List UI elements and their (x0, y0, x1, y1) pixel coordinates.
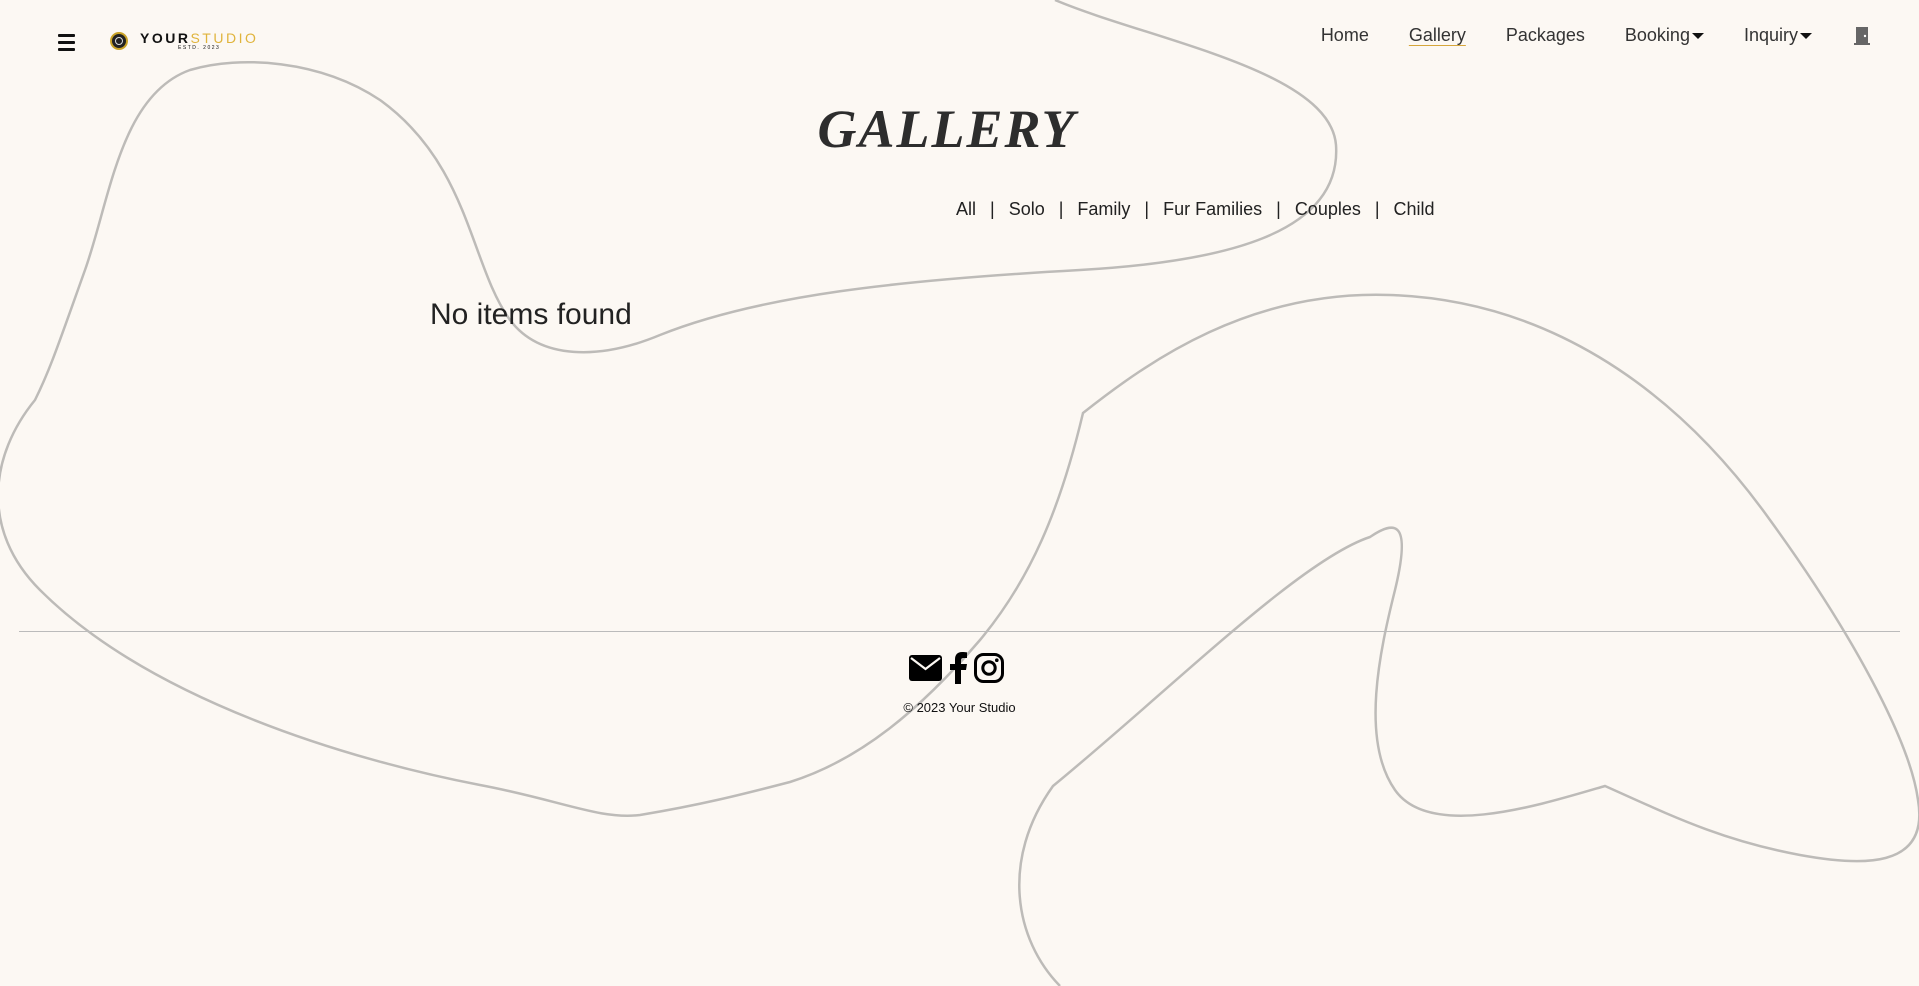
hamburger-menu-icon[interactable] (58, 30, 82, 54)
logo-word-your: YOUR (140, 30, 191, 46)
nav-gallery-label: Gallery (1408, 25, 1466, 45)
logo-tagline: ESTD. 2023 (178, 45, 221, 51)
nav-packages[interactable]: Packages (1506, 25, 1585, 46)
filter-fur-families[interactable]: Fur Families (1163, 199, 1262, 220)
logo-word-studio: STUDIO (190, 30, 259, 46)
nav-booking-dropdown[interactable]: Booking (1625, 25, 1704, 46)
empty-state-message: No items found (430, 298, 632, 331)
logo-wordmark: YOURSTUDIO (140, 31, 258, 45)
nav-inquiry-dropdown[interactable]: Inquiry (1744, 25, 1812, 46)
door-exit-icon[interactable] (1852, 26, 1872, 46)
filter-couples[interactable]: Couples (1295, 199, 1361, 220)
nav-packages-label: Packages (1505, 25, 1585, 45)
caret-down-icon (1691, 32, 1704, 39)
filter-all[interactable]: All (956, 199, 976, 220)
gallery-filters: All | Solo | Family | Fur Families | Cou… (956, 199, 1435, 220)
copyright-text: © 2023 Your Studio (903, 700, 1016, 715)
filter-separator: | (1276, 199, 1281, 219)
menu-bar-top (58, 33, 75, 37)
envelope-icon[interactable] (909, 655, 942, 681)
logo-text: YOURSTUDIO ESTD. 2023 (140, 31, 258, 51)
page: YOURSTUDIO ESTD. 2023 Home Gallery Packa… (0, 0, 1919, 986)
filter-separator: | (1374, 199, 1380, 219)
camera-aperture-icon (110, 32, 128, 50)
instagram-icon[interactable] (974, 653, 1004, 683)
filter-family[interactable]: Family (1077, 199, 1130, 220)
nav-gallery[interactable]: Gallery (1409, 25, 1466, 46)
brand-logo[interactable]: YOURSTUDIO ESTD. 2023 (110, 31, 258, 51)
filter-separator: | (990, 199, 995, 219)
page-title: GALLERY (817, 99, 1077, 159)
caret-down-icon (1800, 32, 1812, 39)
menu-bar-middle (58, 40, 75, 44)
filter-separator: | (1058, 199, 1064, 219)
menu-bar-bottom (58, 47, 75, 51)
nav-home[interactable]: Home (1321, 25, 1369, 46)
filter-child[interactable]: Child (1394, 199, 1435, 220)
footer-divider (19, 631, 1900, 632)
filter-separator: | (1144, 199, 1150, 219)
facebook-icon[interactable] (948, 652, 968, 684)
nav-home-label: Home (1320, 25, 1369, 45)
social-links (909, 652, 1004, 684)
filter-solo[interactable]: Solo (1009, 199, 1045, 220)
nav-inquiry-label: Inquiry (1743, 25, 1798, 45)
nav-booking-label: Booking (1624, 25, 1690, 45)
main-nav: Home Gallery Packages Booking Inquiry (1281, 25, 1919, 46)
